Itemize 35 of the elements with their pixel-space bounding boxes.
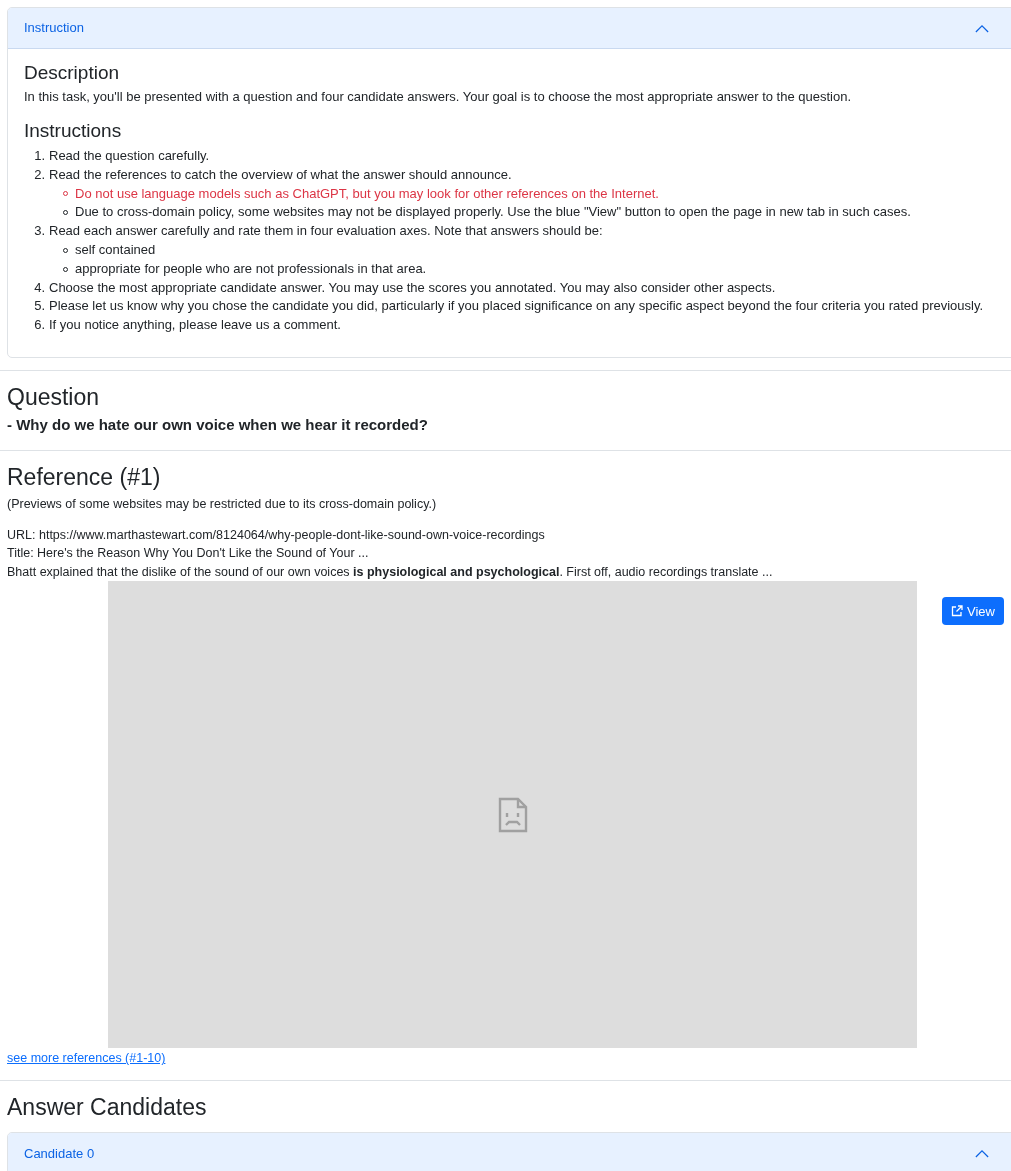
instruction-step: Choose the most appropriate candidate answer. You may use the scores you annotated. You may also consider other aspects. [49, 278, 776, 298]
reference-url: URL: https://www.marthastewart.com/8124064/why-people-dont-like-sound-own-voice-recordings [7, 526, 546, 544]
accordion-header[interactable]: Instruction [8, 8, 1011, 49]
warning-text: Do not use language models such as ChatGPT, but you may look for other references on the Internet. [75, 184, 659, 203]
list-number: 6. [33, 316, 46, 335]
list-number: 2. [33, 165, 46, 184]
instruction-step: Read the question carefully. [49, 147, 210, 166]
instruction-note: Due to cross-domain policy, some websites may not be displayed properly. Use the blue "View" button to open the page in new tab in such cases. [75, 203, 911, 222]
list-number: 5. [33, 297, 46, 316]
accordion-header[interactable]: Candidate 0 [8, 1133, 1011, 1171]
list-number: 3. [33, 222, 46, 241]
chevron-up-icon [975, 1148, 989, 1158]
references-link[interactable]: see more references (#1-10) [7, 1049, 166, 1068]
reference-snippet: Bhatt explained that the dislike of the sound of our own voices is physiological and psychological. First off, audio recordings translate ... [7, 563, 774, 581]
description-text: In this task, you'll be presented with a question and four candidate answers. Your goal is to choose the most appropriate answer to the question. [24, 88, 853, 106]
external-link-icon [951, 605, 963, 618]
section-heading: Instructions [24, 119, 123, 143]
chevron-up-icon [975, 23, 989, 33]
instruction-step: Please let us know why you chose the candidate you did, particularly if you placed significance on any specific aspect beyond the four criteria you rated previously. [49, 297, 984, 317]
instruction-step: If you notice anything, please leave us a comment. [49, 316, 341, 335]
instruction-note: appropriate for people who are not professionals in that area. [75, 259, 427, 278]
instruction-step: Read the references to catch the overview of what the answer should announce. [49, 165, 512, 185]
instruction-step: Read each answer carefully and rate them in four evaluation axes. Note that answers should be: [49, 222, 603, 241]
reference-title: Title: Here's the Reason Why You Don't Like the Sound of Your ... [7, 545, 370, 563]
list-number: 4. [33, 278, 46, 297]
policy-note: (Previews of some websites may be restricted due to its cross-domain policy.) [7, 495, 438, 513]
section-heading: Reference (#1) [7, 462, 162, 491]
section-heading: Question [7, 382, 101, 411]
question-text: - Why do we hate our own voice when we hear it recorded? [7, 414, 429, 435]
instruction-note: self contained [75, 241, 156, 259]
list-number: 1. [33, 147, 46, 165]
section-heading: Answer Candidates [7, 1093, 208, 1122]
broken-page-icon [497, 796, 528, 833]
view-button[interactable]: View [942, 597, 1004, 626]
section-heading: Description [24, 61, 121, 85]
